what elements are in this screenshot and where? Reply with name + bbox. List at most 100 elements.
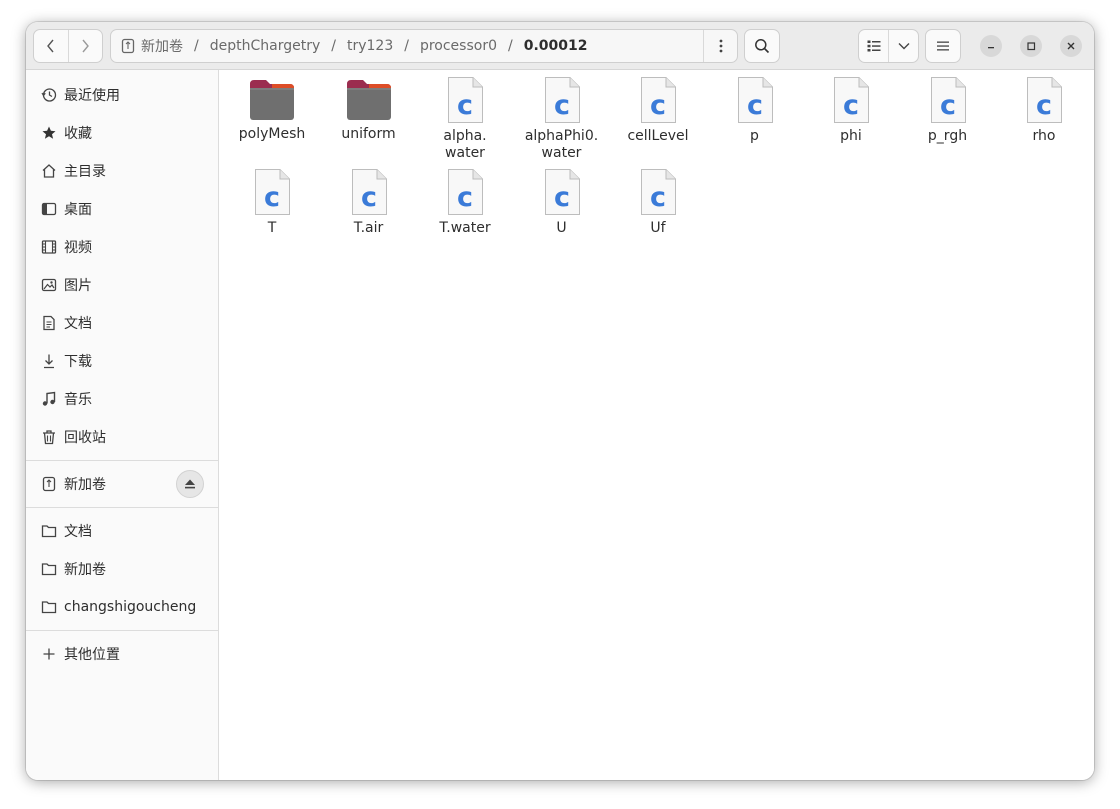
file-name-label: p [750,128,759,144]
file-grid-view: polyMesh uniform c alpha. water c alphaPhi0. … [220,70,1094,780]
hamburger-menu-icon [937,41,949,51]
sidebar-item-downloads[interactable]: 下载 [26,342,218,380]
sidebar-item-videos[interactable]: 视频 [26,228,218,266]
sidebar-item-desktop[interactable]: 桌面 [26,190,218,228]
file-item[interactable]: c T.air [321,168,417,237]
sidebar-item-home[interactable]: 主目录 [26,152,218,190]
svg-text:c: c [843,90,859,121]
maximize-button[interactable] [1020,35,1042,57]
c-source-file-icon: c [255,169,290,215]
sidebar-item-music[interactable]: 音乐 [26,380,218,418]
plus-icon [40,645,58,663]
sidebar-item-other-locations[interactable]: 其他位置 [26,635,218,673]
breadcrumb-separator: / [507,38,513,54]
sidebar-item-bookmark-changshigoucheng[interactable]: changshigoucheng [26,588,218,626]
list-view-button[interactable] [859,30,888,62]
folder-item[interactable]: polyMesh [224,76,320,143]
chevron-down-icon [898,43,910,50]
sidebar-item-label: changshigoucheng [64,599,197,615]
folder-item[interactable]: uniform [321,76,417,143]
sidebar: 最近使用 收藏 主目录 桌面 视频 图片 文档 下载 音乐 回收站 新加卷 文档… [26,70,219,780]
sidebar-divider [26,630,218,631]
file-item[interactable]: c p_rgh [900,76,996,145]
c-source-file-icon: c [641,77,676,123]
back-button[interactable] [34,30,68,62]
sidebar-item-bookmark-volume[interactable]: 新加卷 [26,550,218,588]
c-source-file-icon: c [737,77,773,123]
star-icon [40,124,58,142]
file-item[interactable]: c rho [996,76,1092,145]
file-item[interactable]: cT [224,168,320,237]
breadcrumb-try123[interactable]: try123 [347,38,393,54]
file-item[interactable]: cU [514,168,610,237]
sidebar-item-volume[interactable]: 新加卷 [26,465,218,503]
sidebar-item-starred[interactable]: 收藏 [26,114,218,152]
trash-icon [40,428,58,446]
sidebar-item-label: 最近使用 [64,88,120,104]
sidebar-item-bookmark-documents[interactable]: 文档 [26,512,218,550]
file-item[interactable]: c phi [803,76,899,145]
file-name-label: alphaPhi0. water [524,128,599,161]
file-item[interactable]: c Uf [610,168,706,237]
svg-text:c: c [939,90,955,121]
file-item[interactable]: c cellLevel [610,76,706,145]
sidebar-item-recent[interactable]: 最近使用 [26,76,218,114]
c-source-file-icon: c [448,169,483,215]
vertical-dots-icon [719,39,722,53]
view-options-dropdown[interactable] [888,30,918,62]
file-name-label: uniform [341,126,396,142]
file-name-label: T [267,220,277,236]
close-button[interactable] [1060,35,1082,57]
nav-buttons [33,29,103,63]
file-name-label: cellLevel [627,128,689,144]
folder-icon [346,80,391,120]
breadcrumb-separator: / [331,38,336,54]
forward-button[interactable] [67,30,102,62]
file-name-label: p_rgh [927,128,968,144]
sidebar-divider [26,507,218,508]
breadcrumb-volume[interactable]: 新加卷 [141,36,183,56]
desktop-icon [40,200,58,218]
main-menu-button[interactable] [925,29,961,63]
breadcrumb-current[interactable]: 0.00012 [524,38,588,54]
svg-text:c: c [457,90,473,121]
sidebar-item-label: 音乐 [64,392,92,408]
sidebar-item-label: 回收站 [64,430,106,446]
maximize-icon [1027,42,1036,51]
breadcrumb-processor0[interactable]: processor0 [420,38,497,54]
breadcrumb-depthchargetry[interactable]: depthChargetry [210,38,321,54]
minimize-button[interactable] [980,35,1002,57]
file-item[interactable]: c T.water [417,168,513,237]
c-source-file-icon: c [1027,77,1062,123]
sidebar-item-label: 桌面 [64,202,92,218]
sidebar-item-pictures[interactable]: 图片 [26,266,218,304]
path-menu-button[interactable] [703,30,737,62]
svg-text:c: c [650,182,666,213]
sidebar-item-label: 新加卷 [64,477,106,493]
close-icon [1067,42,1075,50]
image-icon [40,276,58,294]
file-item[interactable]: cp [707,76,803,145]
sidebar-item-trash[interactable]: 回收站 [26,418,218,456]
file-name-label: T.air [353,220,384,236]
file-item[interactable]: c alphaPhi0. water [514,76,610,162]
svg-text:c: c [360,182,376,213]
file-name-label: Uf [650,220,666,236]
eject-icon [185,479,195,489]
search-button[interactable] [744,29,780,63]
sidebar-item-label: 其他位置 [64,647,120,663]
home-icon [40,162,58,180]
drive-icon [121,38,135,54]
eject-button[interactable] [176,470,204,498]
music-icon [40,390,58,408]
sidebar-item-documents[interactable]: 文档 [26,304,218,342]
svg-text:c: c [553,182,569,213]
breadcrumb-separator: / [194,38,199,54]
drive-icon [40,475,58,493]
file-item[interactable]: c alpha. water [417,76,513,162]
header-bar: 新加卷 / depthChargetry / try123 / processo… [26,22,1094,70]
svg-text:c: c [553,90,569,121]
sidebar-divider [26,460,218,461]
sidebar-item-label: 视频 [64,240,92,256]
c-source-file-icon: c [448,77,483,123]
